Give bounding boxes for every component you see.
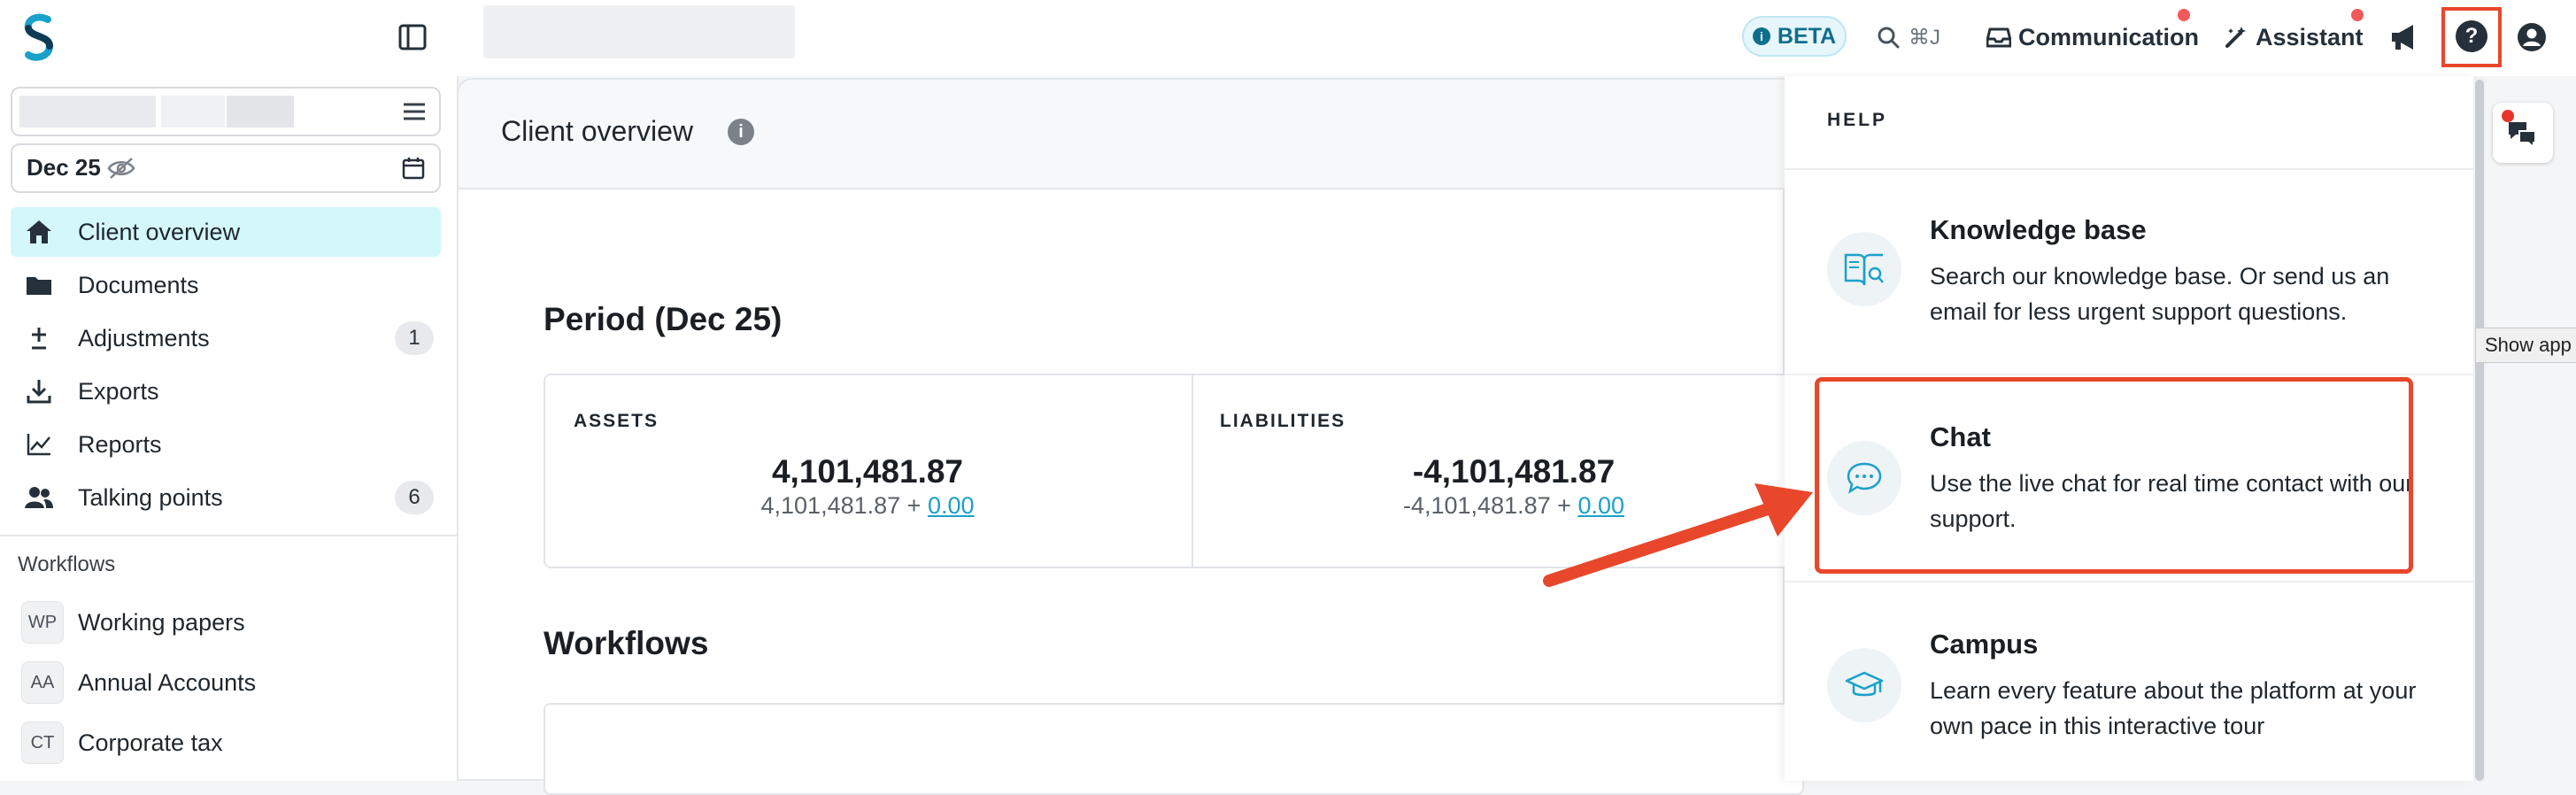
help-item-description: Learn every feature about the platform a… xyxy=(1930,677,2417,739)
calendar-icon[interactable] xyxy=(402,156,425,181)
beta-label: BETA xyxy=(1777,23,1837,49)
period-selector[interactable]: Dec 25 xyxy=(11,143,441,193)
line-chart-icon xyxy=(23,428,55,460)
nav-label: Client overview xyxy=(78,218,241,245)
plus-minus-icon xyxy=(23,322,55,354)
workflow-label: Corporate tax xyxy=(78,729,223,756)
nav-label: Documents xyxy=(78,271,199,298)
magic-wand-icon xyxy=(2225,27,2246,48)
assets-label: ASSETS xyxy=(574,411,659,431)
client-name-placeholder xyxy=(227,96,294,127)
assistant-button[interactable]: Assistant xyxy=(2224,18,2364,57)
sidebar-item-talking-points[interactable]: Talking points 6 xyxy=(11,473,441,522)
client-name-placeholder xyxy=(19,96,156,127)
talking-points-count-badge: 6 xyxy=(395,481,434,514)
workflow-label: Annual Accounts xyxy=(78,668,257,696)
sidebar-item-exports[interactable]: Exports xyxy=(11,367,441,416)
folder-icon xyxy=(23,269,55,301)
sidebar-item-annual-accounts[interactable]: AA Annual Accounts xyxy=(21,659,256,706)
assistant-notification-dot xyxy=(2351,9,2364,21)
info-icon: i xyxy=(1752,27,1770,45)
help-item-title: Knowledge base xyxy=(1930,214,2147,245)
sidebar-divider xyxy=(0,535,459,536)
search-button[interactable]: ⌘J xyxy=(1877,18,1940,57)
beta-badge[interactable]: i BETA xyxy=(1742,16,1847,57)
help-item-campus[interactable]: Campus Learn every feature about the pla… xyxy=(1785,583,2473,786)
help-item-knowledge-base[interactable]: Knowledge base Search our knowledge base… xyxy=(1785,170,2473,374)
menu-icon[interactable] xyxy=(402,101,427,122)
client-selector[interactable] xyxy=(11,87,441,136)
search-icon xyxy=(1878,27,1900,49)
tooltip: Show app xyxy=(2475,328,2576,363)
help-item-title: Campus xyxy=(1930,629,2039,660)
nav-label: Talking points xyxy=(78,483,223,511)
scrollbar-thumb[interactable] xyxy=(2475,80,2484,781)
assets-breakdown-base: 4,101,481.87 + xyxy=(760,492,922,519)
megaphone-icon[interactable] xyxy=(2388,21,2420,53)
nav-label: Adjustments xyxy=(78,324,210,351)
sidebar-item-adjustments[interactable]: Adjustments 1 xyxy=(11,313,441,363)
sidebar-item-documents[interactable]: Documents xyxy=(11,260,441,310)
liabilities-label: LIABILITIES xyxy=(1220,411,1346,431)
graduation-cap-icon xyxy=(1827,648,1901,722)
help-icon[interactable]: ? xyxy=(2456,20,2487,52)
nav-label: Exports xyxy=(78,377,159,405)
sidebar-item-working-papers[interactable]: WP Working papers xyxy=(21,598,245,646)
nav-label: Reports xyxy=(78,430,162,458)
sidebar-item-reports[interactable]: Reports xyxy=(11,420,441,469)
assets-breakdown: 4,101,481.87 + 0.00 xyxy=(544,492,1192,520)
period-label: Dec 25 xyxy=(27,154,101,181)
communication-label: Communication xyxy=(2018,23,2200,50)
communication-button[interactable]: Communication xyxy=(1986,18,2199,57)
app-logo[interactable] xyxy=(21,12,57,62)
chat-bubbles-icon xyxy=(2509,122,2536,149)
workflows-section-label: Workflows xyxy=(18,552,116,576)
home-icon xyxy=(23,216,55,248)
page-title: Client overview xyxy=(501,115,693,147)
help-panel-header: HELP xyxy=(1827,110,1888,130)
assets-value: 4,101,481.87 xyxy=(771,453,964,490)
chat-notification-dot xyxy=(2502,110,2514,122)
sidebar-item-client-overview[interactable]: Client overview xyxy=(11,207,441,257)
client-name-placeholder xyxy=(483,5,795,58)
workflow-badge: AA xyxy=(21,661,64,704)
period-title: Period (Dec 25) xyxy=(544,301,783,337)
assistant-label: Assistant xyxy=(2256,23,2364,50)
search-shortcut: ⌘J xyxy=(1909,25,1940,50)
download-icon xyxy=(23,375,55,407)
chat-highlight-box xyxy=(1815,377,2413,574)
annotation-arrow xyxy=(1543,483,1813,587)
client-name-placeholder xyxy=(161,96,225,127)
book-search-icon xyxy=(1827,232,1901,306)
workflows-title: Workflows xyxy=(544,625,709,661)
eye-off-icon[interactable] xyxy=(106,156,136,181)
inbox-icon xyxy=(1986,27,2011,48)
top-bar: i BETA ⌘J Communication Assistant ? xyxy=(0,0,2576,76)
adjustments-count-badge: 1 xyxy=(395,321,434,355)
workflow-badge: WP xyxy=(21,601,64,644)
sidebar-toggle-icon[interactable] xyxy=(397,21,428,53)
assets-adjustment-link[interactable]: 0.00 xyxy=(928,492,975,519)
sidebar: Dec 25 Client overview Documents Adjustm… xyxy=(0,76,459,781)
workflow-badge: CT xyxy=(21,722,64,764)
people-icon xyxy=(23,482,55,513)
sidebar-item-corporate-tax[interactable]: CT Corporate tax xyxy=(21,719,223,767)
info-icon[interactable]: i xyxy=(728,119,754,145)
help-item-description: Search our knowledge base. Or send us an… xyxy=(1930,263,2390,325)
communication-notification-dot xyxy=(2178,9,2190,21)
user-account-icon[interactable] xyxy=(2514,19,2549,55)
workflow-label: Working papers xyxy=(78,608,245,636)
workflows-card xyxy=(544,703,1804,795)
